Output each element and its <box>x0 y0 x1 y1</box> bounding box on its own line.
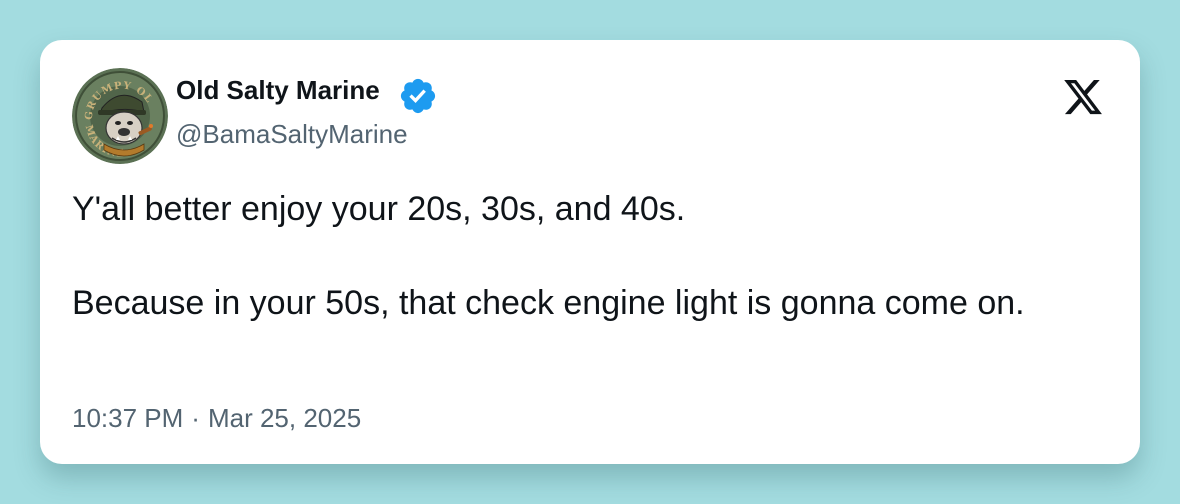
timestamp-separator: · <box>191 403 200 433</box>
tweet-date: Mar 25, 2025 <box>207 403 362 433</box>
tweet-time: 10:37 PM <box>72 403 184 433</box>
verified-badge-icon <box>400 78 436 114</box>
avatar[interactable]: GRUMPY OL MARINE <box>72 68 168 164</box>
display-name[interactable]: Old Salty Marine <box>176 74 380 106</box>
x-logo-icon[interactable] <box>1060 76 1106 118</box>
tweet-line-1: Y'all better enjoy your 20s, 30s, and 40… <box>72 190 686 228</box>
tweet-line-2: Because in your 50s, that check engine l… <box>72 284 1025 322</box>
tweet-timestamp[interactable]: 10:37 PM · Mar 25, 2025 <box>72 402 361 434</box>
tweet-card: GRUMPY OL MARINE Old Salty Marine <box>40 40 1140 464</box>
user-handle[interactable]: @BamaSaltyMarine <box>176 118 408 150</box>
tweet-text: Y'all better enjoy your 20s, 30s, and 40… <box>72 186 1072 327</box>
